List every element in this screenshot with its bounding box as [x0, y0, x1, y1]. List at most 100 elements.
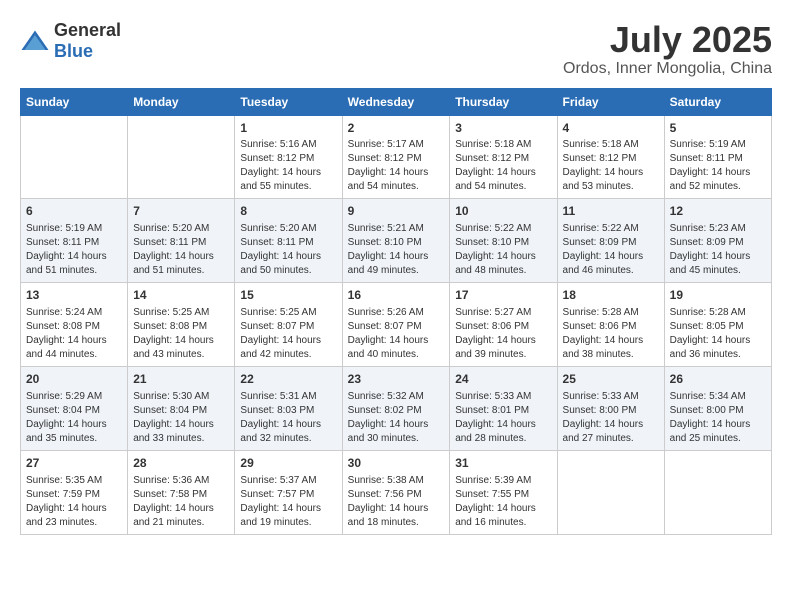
day-number: 27 — [26, 455, 122, 472]
sunset-text: Sunset: 8:07 PM — [348, 320, 445, 334]
day-number: 21 — [133, 371, 229, 388]
daylight-text: Daylight: 14 hours and 49 minutes. — [348, 250, 445, 278]
day-number: 6 — [26, 203, 122, 220]
calendar-cell: 26Sunrise: 5:34 AMSunset: 8:00 PMDayligh… — [664, 366, 771, 450]
calendar-cell: 22Sunrise: 5:31 AMSunset: 8:03 PMDayligh… — [235, 366, 342, 450]
calendar-cell — [664, 450, 771, 534]
calendar-week-5: 27Sunrise: 5:35 AMSunset: 7:59 PMDayligh… — [21, 450, 772, 534]
day-number: 20 — [26, 371, 122, 388]
sunrise-text: Sunrise: 5:21 AM — [348, 222, 445, 236]
col-thursday: Thursday — [450, 88, 557, 115]
sunrise-text: Sunrise: 5:25 AM — [240, 306, 336, 320]
calendar-cell: 8Sunrise: 5:20 AMSunset: 8:11 PMDaylight… — [235, 199, 342, 283]
calendar-cell: 17Sunrise: 5:27 AMSunset: 8:06 PMDayligh… — [450, 283, 557, 367]
day-number: 13 — [26, 287, 122, 304]
daylight-text: Daylight: 14 hours and 28 minutes. — [455, 418, 551, 446]
daylight-text: Daylight: 14 hours and 33 minutes. — [133, 418, 229, 446]
day-number: 24 — [455, 371, 551, 388]
sunrise-text: Sunrise: 5:25 AM — [133, 306, 229, 320]
sunrise-text: Sunrise: 5:35 AM — [26, 474, 122, 488]
daylight-text: Daylight: 14 hours and 39 minutes. — [455, 334, 551, 362]
sunrise-text: Sunrise: 5:23 AM — [670, 222, 766, 236]
calendar-cell: 10Sunrise: 5:22 AMSunset: 8:10 PMDayligh… — [450, 199, 557, 283]
calendar-cell: 14 Sunrise: 5:25 AMSunset: 8:08 PMDayligh… — [128, 283, 235, 367]
calendar-cell — [21, 115, 128, 199]
sunset-text: Sunset: 8:12 PM — [563, 152, 659, 166]
calendar-cell: 28Sunrise: 5:36 AMSunset: 7:58 PMDayligh… — [128, 450, 235, 534]
sunrise-text: Sunrise: 5:16 AM — [240, 138, 336, 152]
sunset-text: Sunset: 8:11 PM — [240, 236, 336, 250]
sunset-text: Sunset: 7:58 PM — [133, 488, 229, 502]
sunset-text: Sunset: 8:04 PM — [133, 404, 229, 418]
sunset-text: Sunset: 8:04 PM — [26, 404, 122, 418]
sunset-text: Sunset: 8:09 PM — [670, 236, 766, 250]
daylight-text: Daylight: 14 hours and 48 minutes. — [455, 250, 551, 278]
calendar-cell: 5Sunrise: 5:19 AMSunset: 8:11 PMDaylight… — [664, 115, 771, 199]
logo-blue: Blue — [54, 41, 93, 61]
day-number: 25 — [563, 371, 659, 388]
logo-text: General Blue — [54, 20, 121, 62]
calendar-cell: 20Sunrise: 5:29 AMSunset: 8:04 PMDayligh… — [21, 366, 128, 450]
sunset-text: Sunset: 8:05 PM — [670, 320, 766, 334]
calendar-cell: 15Sunrise: 5:25 AMSunset: 8:07 PMDayligh… — [235, 283, 342, 367]
calendar-week-4: 20Sunrise: 5:29 AMSunset: 8:04 PMDayligh… — [21, 366, 772, 450]
day-number: 29 — [240, 455, 336, 472]
day-number: 10 — [455, 203, 551, 220]
sunset-text: Sunset: 8:06 PM — [563, 320, 659, 334]
daylight-text: Daylight: 14 hours and 54 minutes. — [455, 166, 551, 194]
sunset-text: Sunset: 8:08 PM — [26, 320, 122, 334]
day-number: 23 — [348, 371, 445, 388]
daylight-text: Daylight: 14 hours and 43 minutes. — [133, 334, 229, 362]
day-number: 1 — [240, 120, 336, 137]
day-number: 2 — [348, 120, 445, 137]
calendar-week-2: 6 Sunrise: 5:19 AM Sunset: 8:11 PM Daylight… — [21, 199, 772, 283]
sunrise-text: Sunrise: 5:19 AM — [26, 222, 122, 236]
sunrise-text: Sunrise: 5:27 AM — [455, 306, 551, 320]
sunrise-text: Sunrise: 5:24 AM — [26, 306, 122, 320]
calendar-header: Sunday Monday Tuesday Wednesday Thursday… — [21, 88, 772, 115]
daylight-text: Daylight: 14 hours and 44 minutes. — [26, 334, 122, 362]
sunrise-text: Sunrise: 5:20 AM — [133, 222, 229, 236]
sunset-text: Sunset: 8:08 PM — [133, 320, 229, 334]
sunrise-text: Sunrise: 5:32 AM — [348, 390, 445, 404]
daylight-text: Daylight: 14 hours and 55 minutes. — [240, 166, 336, 194]
day-number: 28 — [133, 455, 229, 472]
calendar-body: 1Sunrise: 5:16 AMSunset: 8:12 PMDaylight… — [21, 115, 772, 534]
sunset-text: Sunset: 8:09 PM — [563, 236, 659, 250]
calendar-cell: 2Sunrise: 5:17 AMSunset: 8:12 PMDaylight… — [342, 115, 450, 199]
sunset-text: Sunset: 7:56 PM — [348, 488, 445, 502]
day-number: 16 — [348, 287, 445, 304]
title-block: July 2025 Ordos, Inner Mongolia, China — [563, 20, 772, 78]
sunrise-text: Sunrise: 5:17 AM — [348, 138, 445, 152]
calendar-cell: 3Sunrise: 5:18 AMSunset: 8:12 PMDaylight… — [450, 115, 557, 199]
day-number: 17 — [455, 287, 551, 304]
col-saturday: Saturday — [664, 88, 771, 115]
day-number: 11 — [563, 203, 659, 220]
sunrise-text: Sunrise: 5:34 AM — [670, 390, 766, 404]
calendar-cell: 21Sunrise: 5:30 AMSunset: 8:04 PMDayligh… — [128, 366, 235, 450]
sunset-text: Sunset: 8:02 PM — [348, 404, 445, 418]
sunset-text: Sunset: 8:12 PM — [240, 152, 336, 166]
sunrise-text: Sunrise: 5:37 AM — [240, 474, 336, 488]
calendar-cell — [128, 115, 235, 199]
sunrise-text: Sunrise: 5:18 AM — [563, 138, 659, 152]
daylight-text: Daylight: 14 hours and 30 minutes. — [348, 418, 445, 446]
logo: General Blue — [20, 20, 121, 62]
day-number: 19 — [670, 287, 766, 304]
daylight-text: Daylight: 14 hours and 46 minutes. — [563, 250, 659, 278]
sunset-text: Sunset: 8:00 PM — [563, 404, 659, 418]
daylight-text: Daylight: 14 hours and 23 minutes. — [26, 502, 122, 530]
daylight-text: Daylight: 14 hours and 51 minutes. — [133, 250, 229, 278]
calendar-cell: 6Sunrise: 5:19 AMSunset: 8:11 PMDaylight… — [21, 199, 128, 283]
sunrise-text: Sunrise: 5:26 AM — [348, 306, 445, 320]
day-number: 4 — [563, 120, 659, 137]
sunrise-text: Sunrise: 5:28 AM — [670, 306, 766, 320]
daylight-text: Daylight: 14 hours and 18 minutes. — [348, 502, 445, 530]
calendar-cell: 27Sunrise: 5:35 AMSunset: 7:59 PMDayligh… — [21, 450, 128, 534]
day-number: 18 — [563, 287, 659, 304]
daylight-text: Daylight: 14 hours and 54 minutes. — [348, 166, 445, 194]
day-number: 14 — [133, 287, 229, 304]
day-number: 22 — [240, 371, 336, 388]
day-number: 30 — [348, 455, 445, 472]
calendar-cell: 12Sunrise: 5:23 AMSunset: 8:09 PMDayligh… — [664, 199, 771, 283]
